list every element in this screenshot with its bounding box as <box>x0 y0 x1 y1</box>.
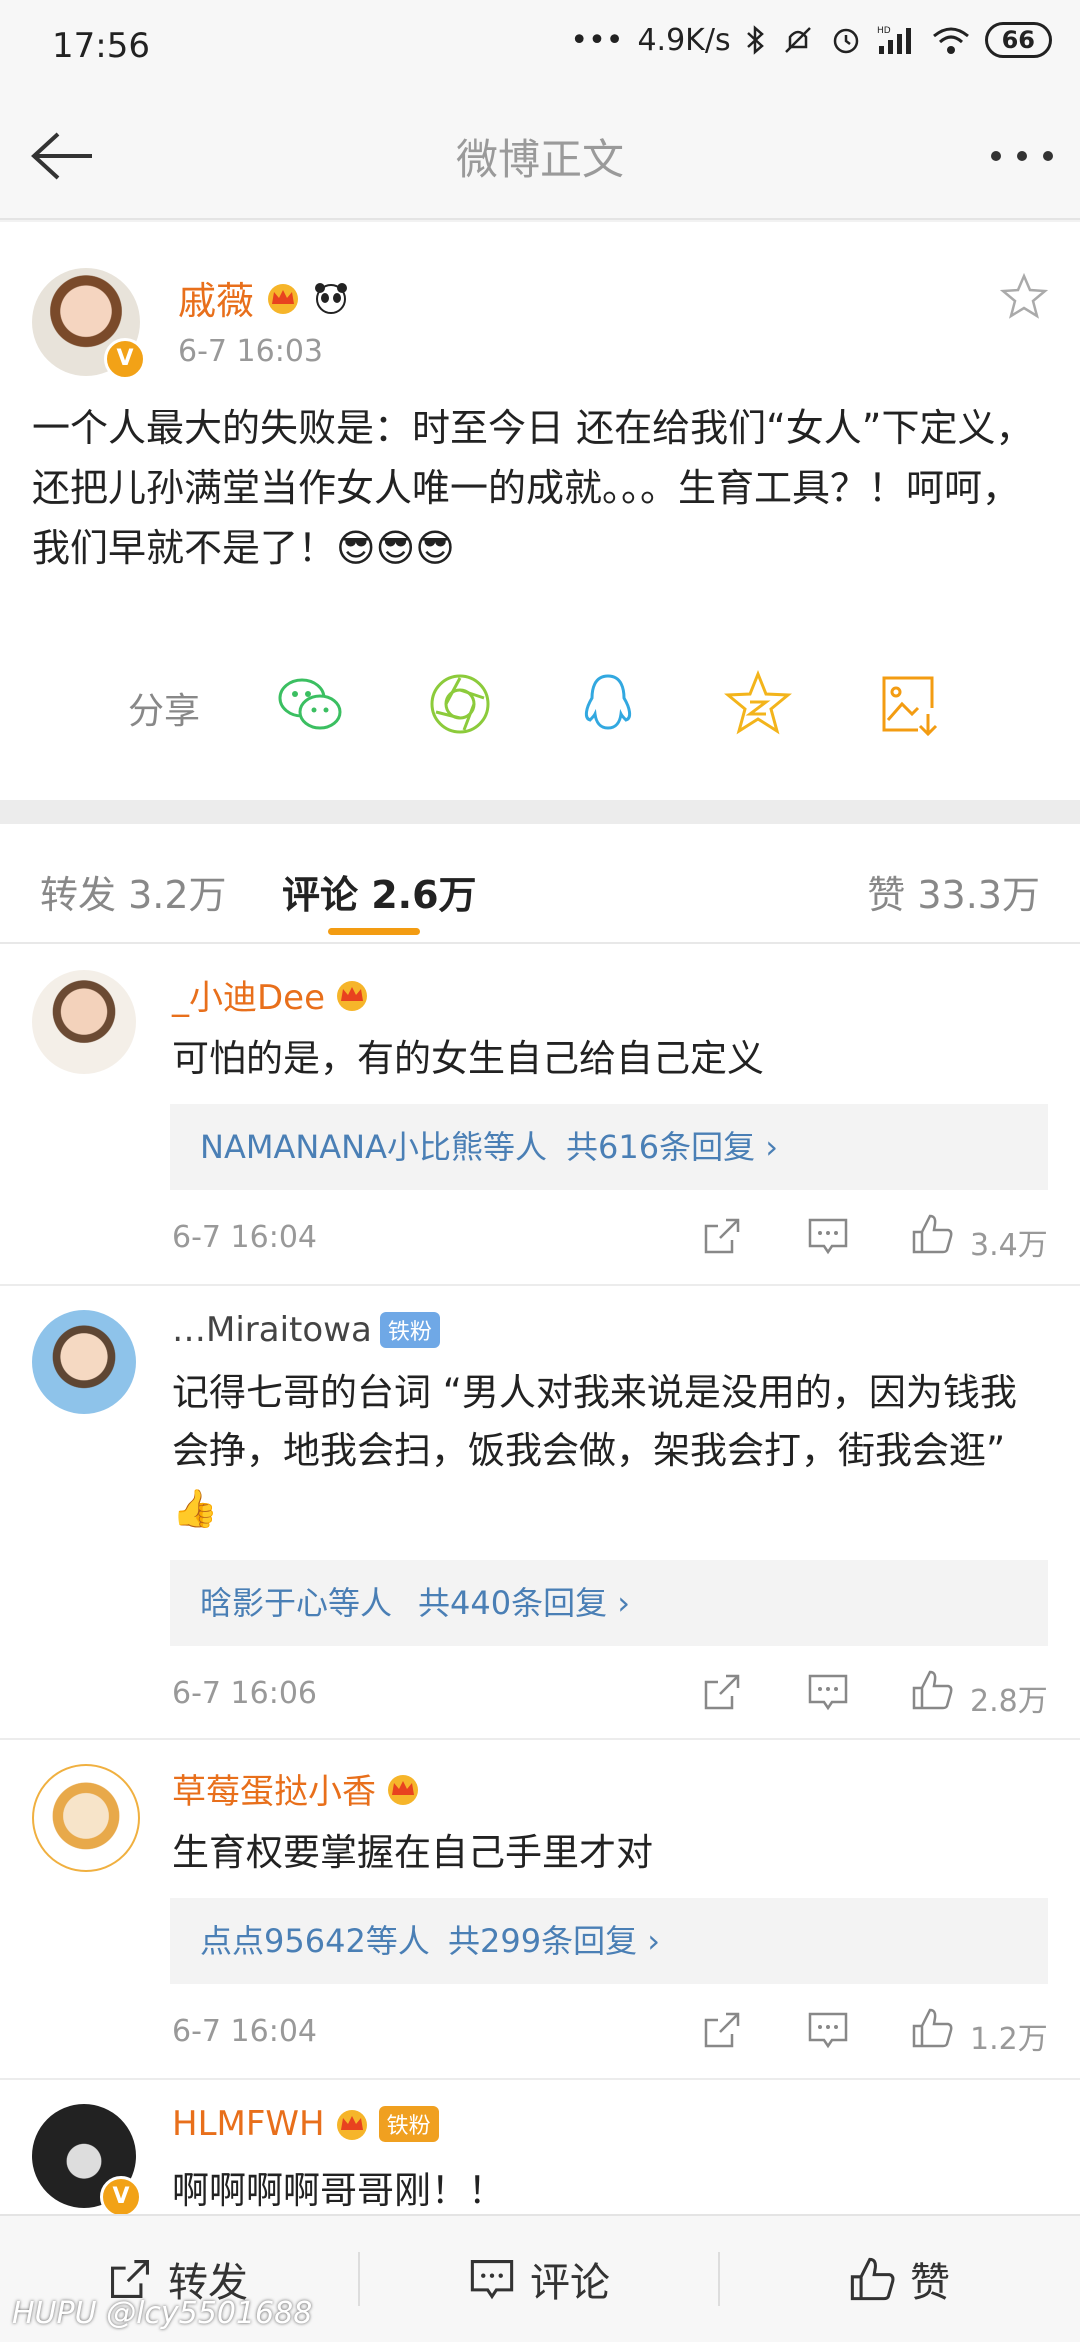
commenter-avatar[interactable] <box>32 970 136 1074</box>
active-tab-indicator <box>328 928 420 935</box>
repost-icon[interactable] <box>700 1214 744 1258</box>
like-button[interactable]: 赞 <box>848 2216 950 2342</box>
like-count: 1.2万 <box>970 2022 1048 2057</box>
like-thumb-icon[interactable] <box>910 1668 954 1712</box>
comment-icon[interactable] <box>806 1214 850 1258</box>
page-title: 微博正文 <box>455 135 624 184</box>
author-name[interactable]: 戚薇 <box>178 270 254 325</box>
fan-badge: 铁粉 <box>378 2106 439 2142</box>
commenter-name-row: HLMFWH 铁粉 <box>172 2104 439 2144</box>
commenter-name-row: 草莓蛋挞小香 <box>172 1764 422 1813</box>
comment-time: 6-7 16:06 <box>172 1676 317 1711</box>
qzone-star-icon[interactable] <box>722 668 794 740</box>
commenter-avatar[interactable] <box>32 1310 136 1414</box>
tab-repost[interactable]: 转发 3.2万 <box>40 864 227 919</box>
comment-icon[interactable] <box>806 1670 850 1714</box>
nav-bar: 微博正文 <box>0 96 1080 220</box>
commenter-name[interactable]: HLMFWH <box>172 2104 325 2144</box>
comment-item: 草莓蛋挞小香 生育权要掌握在自己手里才对 点点95642等人 共299条回复 ›… <box>0 1738 1080 2080</box>
commenter-name[interactable]: 草莓蛋挞小香 <box>172 1764 376 1813</box>
reply-users: 点点95642等人 <box>200 1922 430 1960</box>
hd-label: HD <box>877 26 891 36</box>
repost-icon[interactable] <box>700 2008 744 2052</box>
save-image-icon[interactable] <box>872 668 944 740</box>
more-dots-icon: ••• <box>570 22 624 58</box>
interaction-tabs: 转发 3.2万 评论 2.6万 赞 33.3万 <box>0 824 1080 944</box>
battery-indicator: 66 <box>984 22 1052 58</box>
signal-icon: HD <box>877 26 911 54</box>
main-post: V 戚薇 6-7 16:03 一个人最大的失败是：时至今日 还在给我们“女人”下… <box>0 222 1080 800</box>
status-time: 17:56 <box>52 26 150 66</box>
reply-users: 晗影于心等人 <box>200 1584 393 1622</box>
like-count: 3.4万 <box>970 1228 1048 1263</box>
divider <box>718 2252 720 2306</box>
share-bar: 分享 <box>0 642 1080 762</box>
status-icons: ••• 4.9K/s HD 66 <box>570 22 1052 58</box>
comment-list: _小迪Dee 可怕的是，有的女生自己给自己定义 NAMANANA小比熊等人 共6… <box>0 944 1080 2214</box>
like-count: 2.8万 <box>970 1684 1048 1719</box>
crown-icon <box>336 2110 367 2140</box>
alarm-icon <box>833 28 858 54</box>
commenter-name-row: _小迪Dee <box>172 970 371 1019</box>
commenter-name-row: …Miraitowa 铁粉 <box>172 1310 440 1350</box>
reply-summary[interactable]: 晗影于心等人 共440条回复 › <box>170 1560 1048 1646</box>
reply-users: NAMANANA小比熊等人 <box>200 1128 547 1166</box>
like-thumb-icon[interactable] <box>910 2006 954 2050</box>
divider <box>358 2252 360 2306</box>
share-label: 分享 <box>128 691 201 732</box>
status-bar: 17:56 ••• 4.9K/s HD 66 <box>0 0 1080 96</box>
panda-icon <box>315 282 348 314</box>
qq-icon[interactable] <box>572 668 644 740</box>
network-speed: 4.9K/s <box>637 22 731 58</box>
post-time: 6-7 16:03 <box>178 334 323 369</box>
comment-icon <box>470 2260 514 2300</box>
bluetooth-icon <box>746 25 764 55</box>
verified-badge-icon: V <box>100 2176 142 2214</box>
like-label: 赞 <box>910 2260 950 2306</box>
moments-icon[interactable] <box>424 668 496 740</box>
crown-icon <box>388 1774 418 1805</box>
favorite-star-icon[interactable] <box>1000 272 1048 320</box>
reply-summary[interactable]: 点点95642等人 共299条回复 › <box>170 1898 1048 1984</box>
comment-text: 生育权要掌握在自己手里才对 <box>172 1831 653 1874</box>
tab-comment[interactable]: 评论 2.6万 <box>282 864 477 919</box>
wechat-icon[interactable] <box>274 668 346 740</box>
comment-item: _小迪Dee 可怕的是，有的女生自己给自己定义 NAMANANA小比熊等人 共6… <box>0 944 1080 1286</box>
wifi-icon <box>932 27 969 54</box>
commenter-name[interactable]: …Miraitowa <box>172 1310 372 1350</box>
fan-badge: 铁粉 <box>379 1312 440 1348</box>
comment-item: V HLMFWH 铁粉 啊啊啊啊哥哥刚！！ <box>0 2078 1080 2214</box>
crown-icon <box>337 980 368 1011</box>
like-thumb-icon <box>850 2257 895 2301</box>
watermark: HUPU @lcy5501688 <box>12 2296 313 2331</box>
post-content: 一个人最大的失败是：时至今日 还在给我们“女人”下定义，还把儿孙满堂当作女人唯一… <box>32 406 1034 570</box>
comment-text: 啊啊啊啊哥哥刚！！ <box>172 2169 505 2212</box>
section-divider <box>0 800 1080 824</box>
verified-badge-icon: V <box>104 338 146 380</box>
comment-label: 评论 <box>530 2260 610 2306</box>
tab-likes[interactable]: 赞 33.3万 <box>867 864 1040 919</box>
comment-time: 6-7 16:04 <box>172 2014 317 2049</box>
crown-icon <box>268 283 299 314</box>
reply-count: 共616条回复 › <box>566 1128 779 1166</box>
comment-text: 可怕的是，有的女生自己给自己定义 <box>172 1037 764 1080</box>
comment-time: 6-7 16:04 <box>172 1220 317 1255</box>
reply-summary[interactable]: NAMANANA小比熊等人 共616条回复 › <box>170 1104 1048 1190</box>
commenter-avatar[interactable] <box>32 1764 140 1872</box>
comment-icon[interactable] <box>806 2008 850 2052</box>
repost-icon[interactable] <box>700 1670 744 1714</box>
comment-button[interactable]: 评论 <box>468 2216 610 2342</box>
mute-icon <box>784 27 811 53</box>
like-thumb-icon[interactable] <box>910 1212 954 1256</box>
reply-count: 共440条回复 › <box>418 1584 631 1622</box>
more-options-icon[interactable] <box>986 136 1058 176</box>
commenter-name[interactable]: _小迪Dee <box>172 970 325 1019</box>
comment-text: 记得七哥的台词 “男人对我来说是没用的，因为钱我会挣，地我会扫，饭我会做，架我会… <box>172 1371 1017 1530</box>
comment-item: …Miraitowa 铁粉 记得七哥的台词 “男人对我来说是没用的，因为钱我会挣… <box>0 1284 1080 1740</box>
reply-count: 共299条回复 › <box>448 1922 661 1960</box>
author-name-row: 戚薇 <box>178 270 350 325</box>
